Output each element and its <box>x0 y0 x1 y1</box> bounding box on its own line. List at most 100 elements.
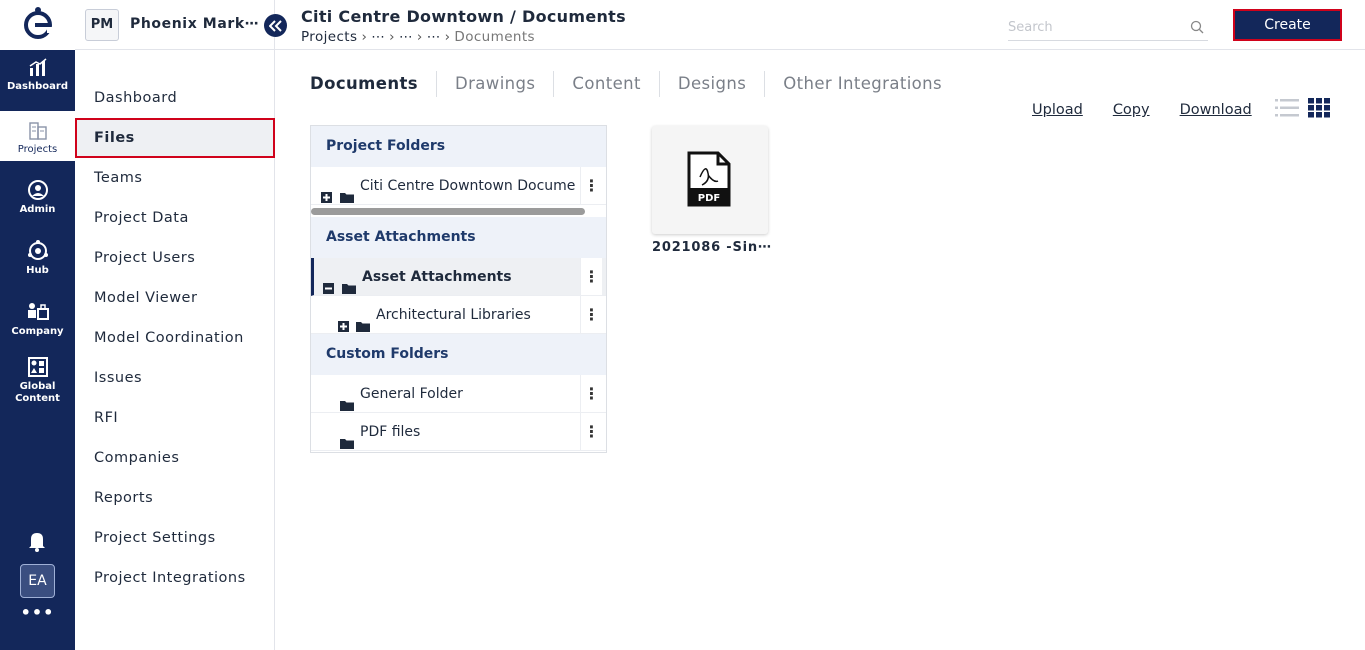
nav-item-dashboard[interactable]: Dashboard <box>75 78 275 118</box>
breadcrumb: Projects › ⋯ › ⋯ › ⋯ › Documents <box>301 29 535 45</box>
rail-item-admin[interactable]: Admin <box>0 179 75 219</box>
pdf-type-label: PDF <box>698 193 720 204</box>
folder-icon <box>342 271 356 295</box>
project-sidebar: PM Phoenix Mark⋯ Dashboard Files Teams P… <box>75 0 275 650</box>
nav-item-reports[interactable]: Reports <box>75 478 275 518</box>
download-link[interactable]: Download <box>1180 102 1252 118</box>
folder-tree: Project Folders Citi Centre Downtown Doc… <box>310 125 607 453</box>
rail-label: Dashboard <box>7 81 68 92</box>
grid-shapes-icon <box>27 357 48 377</box>
breadcrumb-ellipsis[interactable]: ⋯ <box>371 29 385 45</box>
nav-item-rfi[interactable]: RFI <box>75 398 275 438</box>
user-avatar[interactable]: EA <box>20 564 55 598</box>
hub-icon <box>27 240 48 260</box>
rail-label: Company <box>11 326 64 337</box>
tree-row-architectural-libraries[interactable]: Architectural Libraries ⋮ <box>311 296 606 334</box>
tree-row-label: PDF files <box>360 424 421 440</box>
folder-icon <box>340 180 354 204</box>
nav-item-project-data[interactable]: Project Data <box>75 198 275 238</box>
kebab-menu-icon[interactable]: ⋮ <box>580 413 602 450</box>
page-title: Citi Centre Downtown / Documents <box>301 7 626 26</box>
search-box <box>1008 15 1208 41</box>
nav-item-companies[interactable]: Companies <box>75 438 275 478</box>
tree-row-asset-attachments[interactable]: Asset Attachments ⋮ <box>311 258 606 296</box>
rail-label: Projects <box>17 144 58 155</box>
search-input[interactable] <box>1008 15 1178 39</box>
tree-row-label: Architectural Libraries <box>376 307 531 323</box>
user-gear-icon <box>27 180 48 200</box>
nav-item-project-users[interactable]: Project Users <box>75 238 275 278</box>
tab-documents[interactable]: Documents <box>310 71 436 97</box>
scrollbar-thumb[interactable] <box>311 208 585 215</box>
nav-item-project-settings[interactable]: Project Settings <box>75 518 275 558</box>
file-card[interactable]: PDF <box>652 126 768 234</box>
project-badge: PM <box>85 9 119 41</box>
breadcrumb-projects[interactable]: Projects <box>301 29 357 45</box>
nav-item-model-viewer[interactable]: Model Viewer <box>75 278 275 318</box>
brand-logo-icon <box>23 7 53 39</box>
create-button[interactable]: Create <box>1233 9 1342 41</box>
chart-icon <box>29 58 46 76</box>
tab-content[interactable]: Content <box>553 71 658 97</box>
collapse-minus-icon[interactable] <box>323 271 334 295</box>
rail-item-dashboard[interactable]: Dashboard <box>0 58 75 100</box>
notifications-bell-icon[interactable] <box>27 530 47 556</box>
tree-row-citi-centre[interactable]: Citi Centre Downtown Docume ⋮ <box>311 167 606 205</box>
tab-designs[interactable]: Designs <box>658 71 764 97</box>
kebab-menu-icon[interactable]: ⋮ <box>580 167 602 204</box>
app-rail: Dashboard Projects Admin Hub Company Glo… <box>0 0 75 650</box>
breadcrumb-separator-icon: › <box>444 29 451 45</box>
pdf-file-icon: PDF <box>687 151 731 207</box>
rail-item-global-content[interactable]: Global Content <box>0 356 75 406</box>
nav-item-project-integrations[interactable]: Project Integrations <box>75 558 275 598</box>
kebab-menu-icon[interactable]: ⋮ <box>580 375 602 412</box>
company-icon <box>27 303 49 320</box>
folder-icon <box>340 426 354 450</box>
tree-section-custom-folders: Custom Folders <box>311 334 606 375</box>
list-view-icon[interactable] <box>1275 98 1299 122</box>
tree-section-asset-attachments: Asset Attachments <box>311 217 606 258</box>
rail-item-projects[interactable]: Projects <box>0 111 75 161</box>
more-options-icon[interactable]: ••• <box>0 603 75 622</box>
kebab-menu-icon[interactable]: ⋮ <box>580 258 602 295</box>
rail-label: Global <box>19 381 56 392</box>
nav-item-teams[interactable]: Teams <box>75 158 275 198</box>
copy-link[interactable]: Copy <box>1113 102 1150 118</box>
tree-row-pdf-files[interactable]: PDF files ⋮ <box>311 413 606 451</box>
breadcrumb-ellipsis[interactable]: ⋯ <box>427 29 441 45</box>
kebab-menu-icon[interactable]: ⋮ <box>580 296 602 333</box>
tree-row-general-folder[interactable]: General Folder ⋮ <box>311 375 606 413</box>
nav-item-model-coordination[interactable]: Model Coordination <box>75 318 275 358</box>
buildings-icon <box>28 122 47 140</box>
rail-label: Admin <box>19 204 56 215</box>
breadcrumb-ellipsis[interactable]: ⋯ <box>399 29 413 45</box>
grid-view-icon[interactable] <box>1308 98 1330 122</box>
nav-item-files[interactable]: Files <box>75 118 275 158</box>
expand-plus-icon[interactable] <box>338 309 349 333</box>
breadcrumb-current: Documents <box>454 29 535 45</box>
app-logo[interactable] <box>0 0 75 50</box>
upload-link[interactable]: Upload <box>1032 102 1083 118</box>
tree-row-label: General Folder <box>360 386 463 402</box>
search-icon[interactable] <box>1190 19 1204 38</box>
nav-item-issues[interactable]: Issues <box>75 358 275 398</box>
file-name[interactable]: 2021086 -Sin⋯ <box>652 240 772 255</box>
tab-other-integrations[interactable]: Other Integrations <box>764 71 960 97</box>
rail-item-company[interactable]: Company <box>0 301 75 341</box>
tree-section-project-folders: Project Folders <box>311 126 606 167</box>
project-name: Phoenix Mark⋯ <box>130 16 260 32</box>
project-header[interactable]: PM Phoenix Mark⋯ <box>75 0 275 50</box>
rail-label-line2: Content <box>15 393 60 404</box>
breadcrumb-separator-icon: › <box>361 29 368 45</box>
expand-plus-icon[interactable] <box>321 180 332 204</box>
tab-drawings[interactable]: Drawings <box>436 71 553 97</box>
horizontal-scrollbar[interactable] <box>311 205 606 217</box>
rail-label: Hub <box>26 265 49 276</box>
document-tabs: Documents Drawings Content Designs Other… <box>310 70 960 98</box>
folder-icon <box>356 309 370 333</box>
rail-item-hub[interactable]: Hub <box>0 240 75 280</box>
breadcrumb-separator-icon: › <box>389 29 395 45</box>
tree-row-label: Citi Centre Downtown Docume <box>360 178 576 194</box>
file-actions: Upload Copy Download <box>1032 102 1282 118</box>
breadcrumb-separator-icon: › <box>416 29 423 45</box>
